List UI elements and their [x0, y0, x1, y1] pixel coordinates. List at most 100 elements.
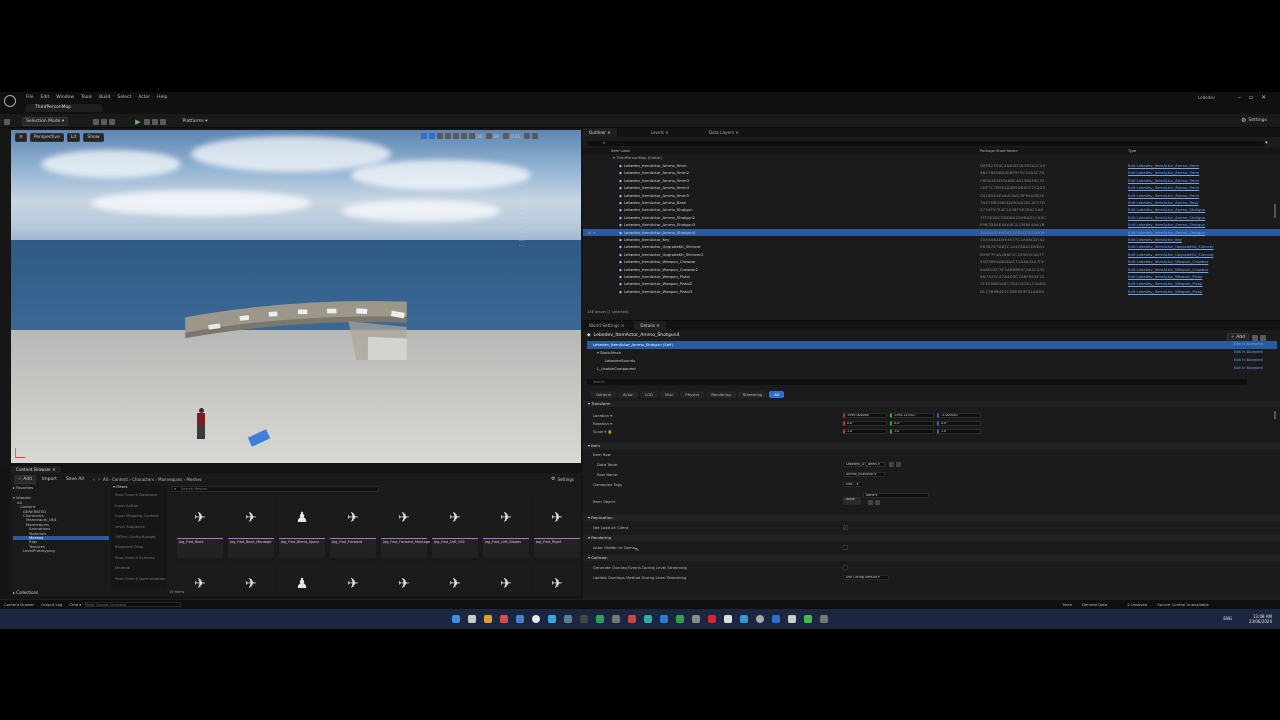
data-table-dropdown[interactable]: Lebedev_DT_Items ▾: [843, 462, 885, 467]
scale-z-field[interactable]: 1.0: [937, 429, 981, 434]
back-icon[interactable]: ‹: [93, 477, 95, 483]
outliner-row[interactable]: ◆ Lebedev_ItemActor_UpgradeKit_Silencer2 D…: [583, 251, 1280, 258]
outliner-row[interactable]: ◆ Lebedev_ItemActor_Weapon_Pistol2 CF4E5B0…: [583, 280, 1280, 287]
search-icon[interactable]: [484, 615, 492, 623]
unreal-logo-icon[interactable]: [4, 95, 16, 107]
section-replication[interactable]: ▾ Replication: [583, 515, 1280, 521]
details-search-input[interactable]: [593, 379, 793, 384]
outliner-row[interactable]: ◆ Lebedev_ItemActor_Weapon_Pistol3 DL17B9B…: [583, 288, 1280, 295]
breadcrumb-all[interactable]: All: [103, 477, 108, 482]
menu-actor[interactable]: Actor: [138, 95, 150, 100]
perspective-button[interactable]: Perspective: [29, 133, 64, 142]
cinematics-icon[interactable]: [109, 118, 116, 125]
edit-in-blueprint-link[interactable]: Edit in Blueprint: [1234, 366, 1263, 370]
app-icon[interactable]: [644, 615, 652, 623]
component-row[interactable]: L_UsableComponent: [597, 366, 636, 371]
menu-edit[interactable]: Edit: [41, 95, 50, 100]
asset-tile[interactable]: ✈: [483, 564, 529, 590]
update-overlaps-dropdown[interactable]: Use Config Default ▾: [843, 575, 889, 580]
move-tool-icon[interactable]: [429, 133, 435, 139]
tree-item[interactable]: LevelPrototyping: [13, 548, 109, 553]
app-icon[interactable]: [580, 615, 588, 623]
outliner-row-type-link[interactable]: Edit Lebedev_ItemActor_Ammo_Shotgun: [1128, 221, 1205, 228]
details-filter-tab[interactable]: Rendering: [706, 391, 736, 398]
filter-item[interactable]: Pose Search Normalization: [111, 576, 167, 581]
app-icon[interactable]: [548, 615, 556, 623]
console-input[interactable]: [85, 602, 182, 607]
filter-item[interactable]: Pose Search Database: [111, 492, 167, 497]
asset-search-box[interactable]: ⌕: [171, 486, 379, 492]
app-icon[interactable]: [804, 615, 812, 623]
app-icon[interactable]: [596, 615, 604, 623]
outliner-row[interactable]: ◉ ★ ◆ Lebedev_ItemActor_Ammo_Shotgun4 38A5A…: [583, 228, 1280, 236]
unsaved-button[interactable]: 2 Unsaved: [1127, 602, 1147, 607]
scale-snap-icon[interactable]: [503, 133, 510, 139]
app-icon[interactable]: [612, 615, 620, 623]
rotation-snap-icon[interactable]: [486, 133, 493, 139]
details-filter-tab[interactable]: Physics: [680, 391, 705, 398]
app-icon[interactable]: [724, 615, 732, 623]
windows-start-icon[interactable]: [452, 615, 460, 623]
collections-header[interactable]: ▸ Collections: [13, 590, 38, 595]
section-transform[interactable]: ▾ Transform: [583, 401, 1280, 407]
location-row-label[interactable]: Location ▾: [593, 413, 612, 418]
settings-button[interactable]: ⚙ Settings: [1241, 117, 1267, 124]
close-icon[interactable]: ✕: [1261, 94, 1266, 101]
content-settings-button[interactable]: ⚙ Settings: [551, 476, 574, 482]
app-icon[interactable]: [564, 615, 572, 623]
step-icon[interactable]: [143, 118, 150, 125]
item-object-dropdown[interactable]: None ▾: [863, 493, 929, 498]
details-search-box[interactable]: [587, 379, 1247, 385]
asset-tile[interactable]: ✈ Jog_Fwd_Back_Montage: [228, 498, 274, 558]
rotation-y-field[interactable]: 0.0°: [890, 421, 934, 426]
asset-tile[interactable]: ✈ Jog_Fwd_Back: [177, 498, 223, 558]
tab-details[interactable]: Details ✕: [634, 321, 666, 330]
section-rendering[interactable]: ▾ Rendering: [583, 535, 1280, 541]
outliner-search-input[interactable]: ⌕: [587, 140, 1265, 146]
hidden-in-game-checkbox[interactable]: [843, 545, 848, 550]
outliner-row[interactable]: ◆ Lebedev_ItemActor_Weapon_Pistol 9D7421C4…: [583, 273, 1280, 280]
app-icon[interactable]: [500, 615, 508, 623]
selection-mode-button[interactable]: Selection Mode ▾: [22, 117, 69, 126]
outliner-row-type-link[interactable]: Edit Lebedev_ItemActor_Ammo_Shotgun: [1128, 206, 1205, 213]
output-log-button[interactable]: Output Log: [41, 602, 62, 607]
outliner-scrollbar[interactable]: [1274, 204, 1276, 218]
asset-tile[interactable]: ✈: [330, 564, 376, 590]
details-filter-tab[interactable]: All: [769, 391, 785, 398]
outliner-row-type-link[interactable]: Edit Lebedev_ItemActor_UpgradeKit_Silenc…: [1128, 243, 1214, 250]
platforms-button[interactable]: Platforms ▾: [179, 118, 211, 125]
filter-item[interactable]: Blueprint Class: [111, 544, 167, 549]
layout-icon[interactable]: [1259, 334, 1266, 341]
outliner-row-type-link[interactable]: Edit Lebedev_ItemActor_Weapon_Pistol: [1128, 280, 1202, 287]
breadcrumb-mannequins[interactable]: Mannequins: [158, 477, 182, 482]
outliner-row[interactable]: ◆ Lebedev_ItemActor_Ammo_Base 7A57DB3960D4…: [583, 199, 1280, 206]
col-type[interactable]: Type: [1128, 148, 1136, 154]
blueprint-icon[interactable]: [101, 118, 108, 125]
row-name-dropdown[interactable]: Ammo_Buckshot ▾: [843, 472, 885, 477]
col-package[interactable]: Package Short Name: [980, 148, 1017, 154]
rotate-tool-icon[interactable]: [437, 133, 443, 139]
maximize-icon[interactable]: ▫: [1249, 94, 1253, 101]
outliner-row-type-link[interactable]: Edit Lebedev_ItemActor_Weapon_Crowbar: [1128, 266, 1208, 273]
outliner-row-type-link[interactable]: Edit Lebedev_ItemActor_Weapon_Pistol: [1128, 273, 1202, 280]
location-x-field[interactable]: 1999.000000: [843, 413, 887, 418]
menu-window[interactable]: Window: [56, 95, 74, 100]
grid-snap-icon[interactable]: [469, 133, 475, 139]
browse-icon[interactable]: [875, 500, 880, 505]
surface-snap-icon[interactable]: [461, 133, 467, 139]
visibility-icon[interactable]: ◉ ★: [588, 229, 596, 236]
outliner-row[interactable]: ◆ Lebedev_ItemActor_Weapon_Crowbar2 0A6D0D…: [583, 266, 1280, 273]
app-icon[interactable]: [708, 615, 716, 623]
play-icon[interactable]: ▶: [135, 118, 140, 126]
app-icon[interactable]: [740, 615, 748, 623]
save-icon[interactable]: [4, 118, 10, 125]
breadcrumb-characters[interactable]: Characters: [132, 477, 154, 482]
cmd-button[interactable]: Cmd ▾: [69, 602, 81, 607]
app-icon[interactable]: [516, 615, 524, 623]
clock-date[interactable]: 23/06/2024: [1249, 619, 1272, 624]
outliner-row[interactable]: ◆ Lebedev_ItemActor_Ammo_9mm2 9B2784D6A4EB…: [583, 169, 1280, 176]
menu-tools[interactable]: Tools: [81, 95, 92, 100]
outliner-row-type-link[interactable]: Edit Lebedev_ItemActor_Ammo_9mm: [1128, 184, 1199, 191]
app-icon[interactable]: [692, 615, 700, 623]
language-indicator[interactable]: ENG: [1223, 616, 1232, 621]
